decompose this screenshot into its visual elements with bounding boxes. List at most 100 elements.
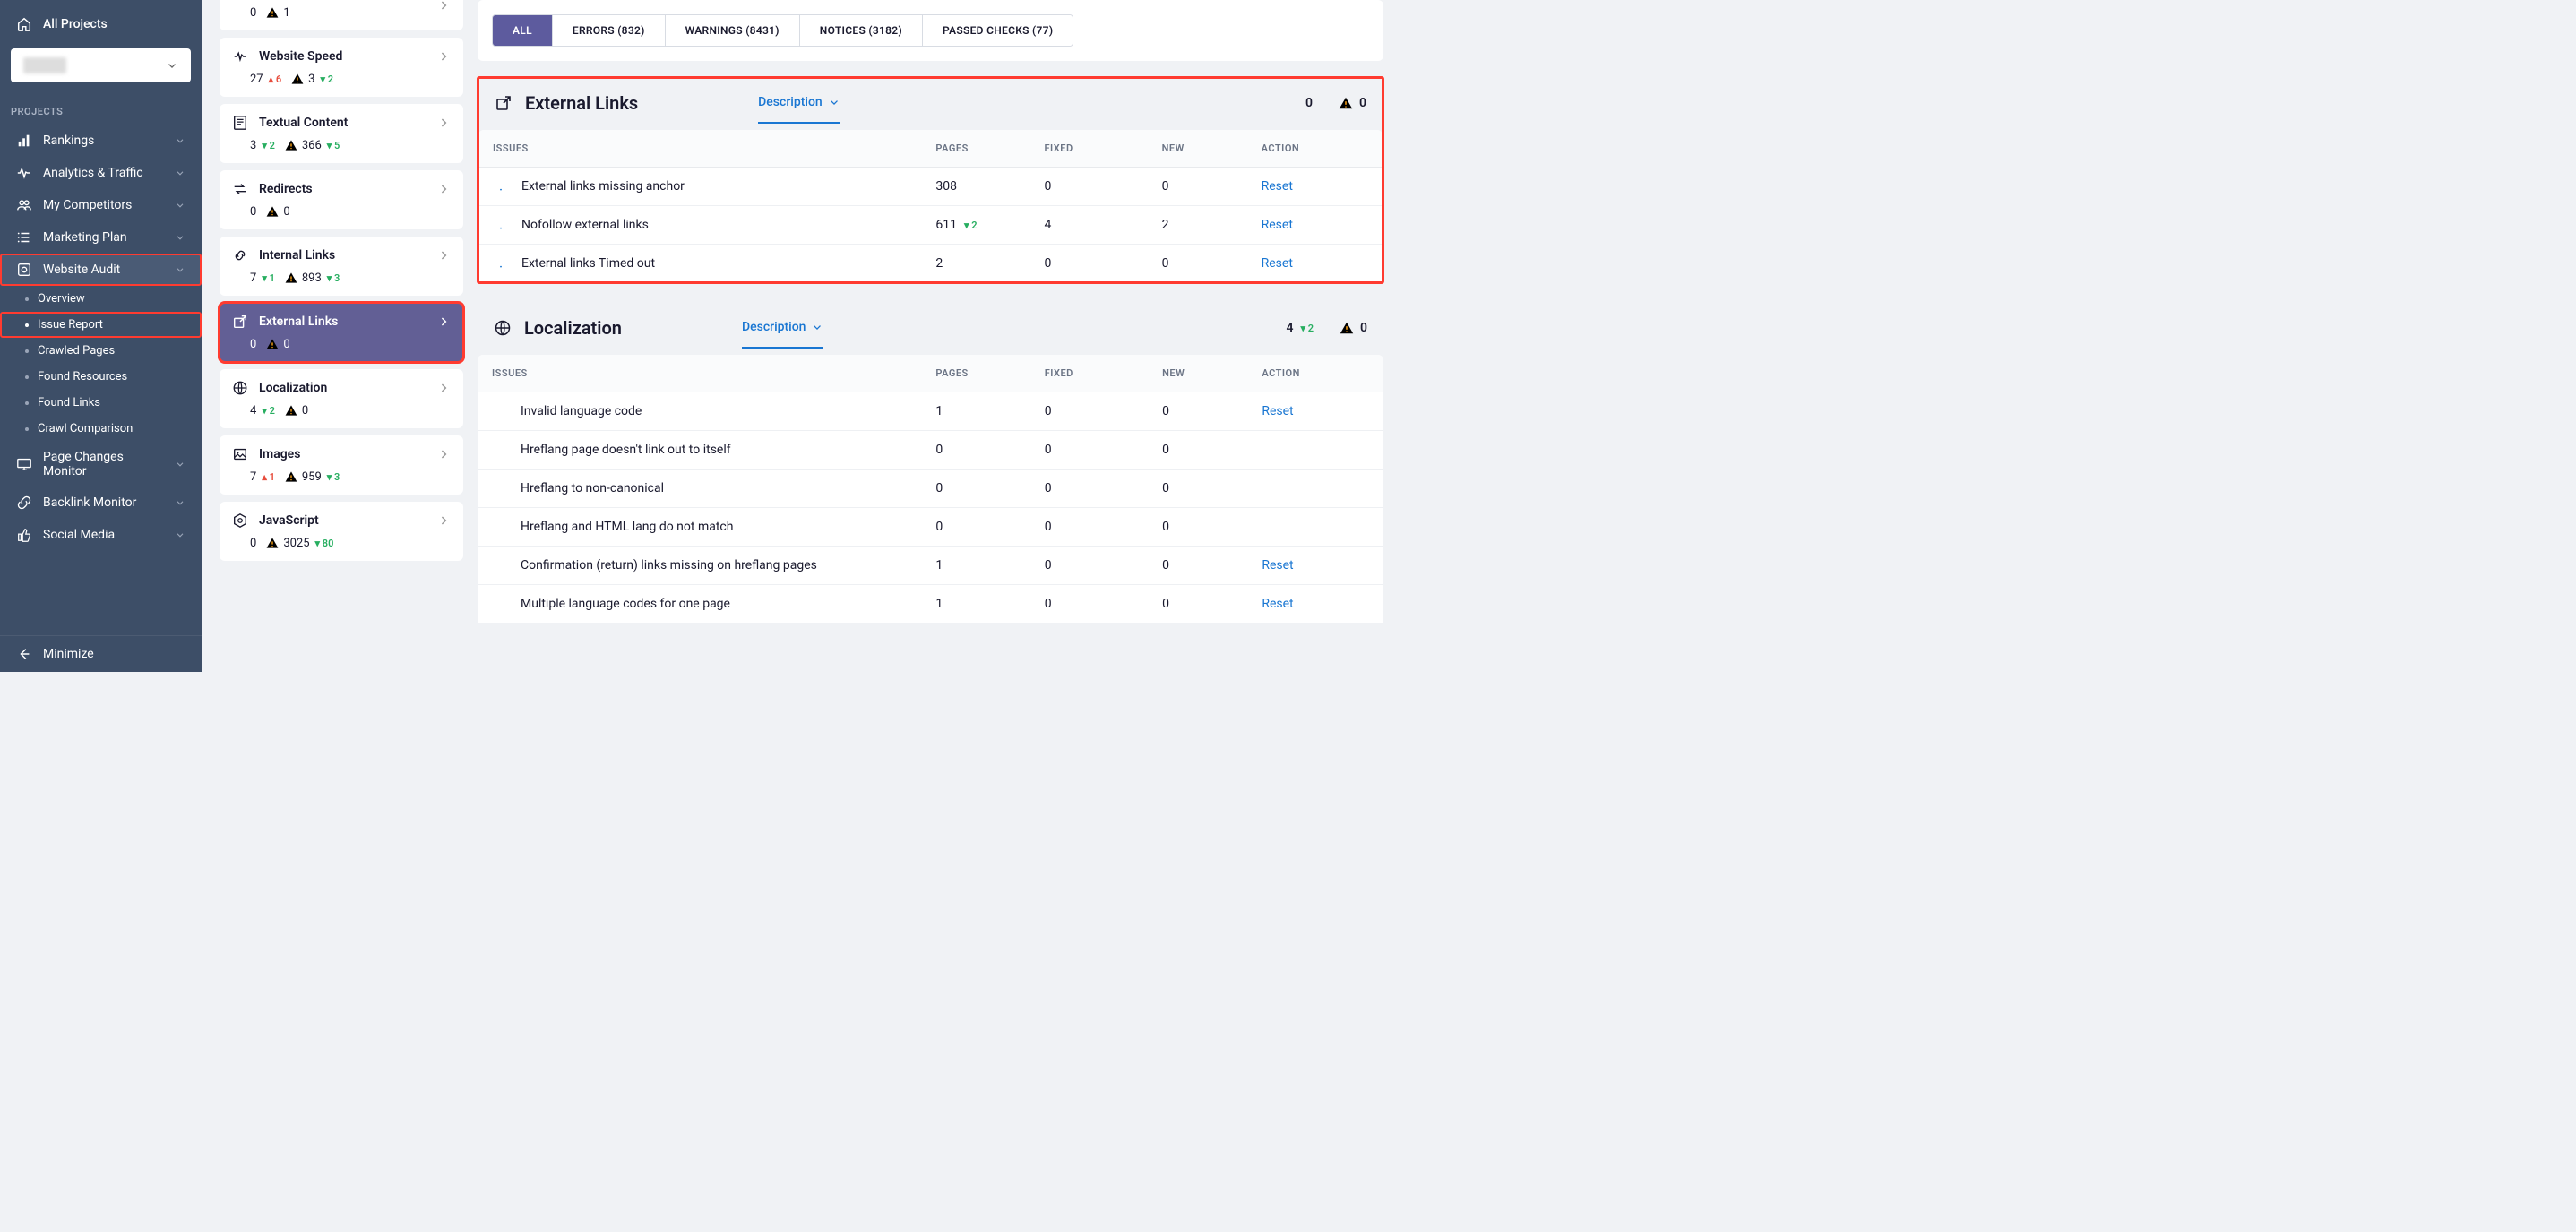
stat-value: 3025	[283, 537, 309, 550]
ico-warn-icon	[265, 204, 280, 219]
issue-name-text: Confirmation (return) links missing on h…	[521, 558, 817, 573]
issue-name-text: Nofollow external links	[521, 218, 649, 232]
issue-row[interactable]: Multiple language codes for one page 1 0…	[478, 585, 1383, 624]
issue-name-text: External links Timed out	[521, 256, 655, 271]
subnav-issue-report[interactable]: Issue Report	[0, 312, 202, 338]
reset-link[interactable]: Reset	[1262, 256, 1293, 271]
filter-tab-passed[interactable]: PASSED CHECKS (77)	[923, 15, 1073, 46]
ico-warn-icon	[265, 536, 280, 550]
issue-row[interactable]: Invalid language code 1 0 0 Reset	[478, 392, 1383, 431]
speed-icon	[232, 48, 248, 65]
col-new: NEW	[1148, 355, 1247, 392]
filter-tab-errors[interactable]: ERRORS (832)	[553, 15, 666, 46]
nav-item-page-changes-monitor[interactable]: Page Changes Monitor	[0, 442, 202, 487]
nav-item-rankings[interactable]: Rankings	[0, 125, 202, 157]
stat: 7▴ 1	[232, 470, 275, 484]
issue-row[interactable]: Hreflang and HTML lang do not match 0 0 …	[478, 508, 1383, 547]
stat-value: 1	[283, 6, 289, 20]
issue-table: ISSUES PAGES FIXED NEW ACTION Invalid la…	[478, 355, 1383, 623]
stat-value: 0	[302, 404, 308, 418]
filter-tab-notices[interactable]: NOTICES (3182)	[800, 15, 923, 46]
nav-item-marketing-plan[interactable]: Marketing Plan	[0, 221, 202, 254]
fixed-value: 4	[1030, 206, 1147, 245]
issue-row[interactable]: External links missing anchor 308 0 0 Re…	[478, 168, 1383, 206]
filter-bar: ALLERRORS (832)WARNINGS (8431)NOTICES (3…	[478, 0, 1383, 61]
pages-value: 1	[935, 404, 943, 418]
reset-link[interactable]: Reset	[1262, 597, 1293, 611]
filter-tab-warnings[interactable]: WARNINGS (8431)	[666, 15, 800, 46]
issue-row[interactable]: Nofollow external links 611▾ 2 4 2 Reset	[478, 206, 1383, 245]
subnav-overview[interactable]: Overview	[0, 286, 202, 312]
reset-link[interactable]: Reset	[1262, 404, 1293, 418]
chevron-right-icon	[436, 248, 451, 263]
col-pages: PAGES	[921, 355, 1030, 392]
error-icon	[492, 557, 508, 573]
nav-item-analytics-traffic[interactable]: Analytics & Traffic	[0, 157, 202, 189]
subnav-found-resources[interactable]: Found Resources	[0, 364, 202, 390]
pages-value: 0	[935, 443, 943, 457]
stat: 366▾ 5	[284, 138, 340, 152]
chevron-right-icon	[436, 447, 451, 461]
issue-row[interactable]: Hreflang page doesn't link out to itself…	[478, 431, 1383, 470]
chevron-down-icon	[166, 59, 178, 72]
category-title: JavaScript	[259, 513, 426, 528]
stat: 3025▾ 80	[265, 536, 333, 550]
nav-item-backlink-monitor[interactable]: Backlink Monitor	[0, 487, 202, 519]
error-icon	[492, 403, 508, 419]
fixed-value: 0	[1030, 508, 1148, 547]
description-toggle[interactable]: Description	[742, 320, 824, 349]
stat-value: 0	[250, 6, 256, 20]
nav-item-social-media[interactable]: Social Media	[0, 519, 202, 551]
reset-link[interactable]: Reset	[1262, 179, 1293, 194]
category-title: External Links	[259, 314, 426, 329]
stat-value: 366	[302, 139, 322, 152]
new-value: 0	[1148, 547, 1247, 585]
all-projects-label: All Projects	[43, 17, 108, 31]
reset-link[interactable]: Reset	[1262, 218, 1293, 232]
delta-indicator: ▾ 2	[964, 220, 978, 231]
chevron-right-icon	[436, 116, 451, 130]
delta-indicator: ▾ 3	[327, 471, 340, 483]
delta-indicator: ▾ 2	[1300, 323, 1314, 334]
stat: 27▴ 6	[232, 72, 281, 86]
category-card-images[interactable]: Images 7▴ 1 959▾ 3	[220, 435, 463, 495]
stat: 0	[232, 5, 256, 20]
stat: 0	[232, 337, 256, 351]
new-value: 0	[1148, 392, 1247, 431]
subnav-crawl-comparison[interactable]: Crawl Comparison	[0, 416, 202, 442]
subnav-label: Crawl Comparison	[38, 422, 133, 435]
description-toggle[interactable]: Description	[758, 95, 840, 124]
category-card-website-speed[interactable]: Website Speed 27▴ 6 3▾ 2	[220, 38, 463, 97]
filter-tab-all[interactable]: ALL	[493, 15, 553, 46]
issue-row[interactable]: Hreflang to non-canonical 0 0 0	[478, 470, 1383, 508]
col-action: ACTION	[1247, 130, 1383, 168]
stat: 3▾ 2	[232, 138, 275, 152]
issue-row[interactable]: External links Timed out 2 0 0 Reset	[478, 245, 1383, 283]
stat: 0	[232, 536, 256, 550]
minimize-button[interactable]: Minimize	[0, 635, 202, 672]
delta-indicator: ▾ 1	[262, 272, 275, 284]
stat-value: 0	[250, 338, 256, 351]
category-card-textual-content[interactable]: Textual Content 3▾ 2 366▾ 5	[220, 104, 463, 163]
subnav-crawled-pages[interactable]: Crawled Pages	[0, 338, 202, 364]
nav-item-website-audit[interactable]: Website Audit	[0, 254, 202, 286]
issue-row[interactable]: Confirmation (return) links missing on h…	[478, 547, 1383, 585]
project-selector[interactable]	[11, 48, 191, 82]
category-title: Redirects	[259, 182, 426, 196]
category-card-redirects[interactable]: Redirects 0 0	[220, 170, 463, 229]
category-card-partial[interactable]: 0 1	[220, 0, 463, 30]
ico-warn-icon	[284, 470, 298, 484]
reset-link[interactable]: Reset	[1262, 558, 1293, 573]
subnav-found-links[interactable]: Found Links	[0, 390, 202, 416]
stat-value: 27	[250, 73, 263, 86]
col-new: NEW	[1148, 130, 1247, 168]
category-card-internal-links[interactable]: Internal Links 7▾ 1 893▾ 3	[220, 237, 463, 296]
content-column: ALLERRORS (832)WARNINGS (8431)NOTICES (3…	[470, 0, 1398, 672]
nav-label: Marketing Plan	[43, 230, 164, 245]
category-card-external-links[interactable]: External Links 0 0	[220, 303, 463, 362]
nav-item-my-competitors[interactable]: My Competitors	[0, 189, 202, 221]
category-card-javascript[interactable]: JavaScript 0 3025▾ 80	[220, 502, 463, 561]
category-card-localization[interactable]: Localization 4▾ 2 0	[220, 369, 463, 428]
all-projects-link[interactable]: All Projects	[0, 7, 202, 41]
subnav-label: Crawled Pages	[38, 344, 115, 358]
